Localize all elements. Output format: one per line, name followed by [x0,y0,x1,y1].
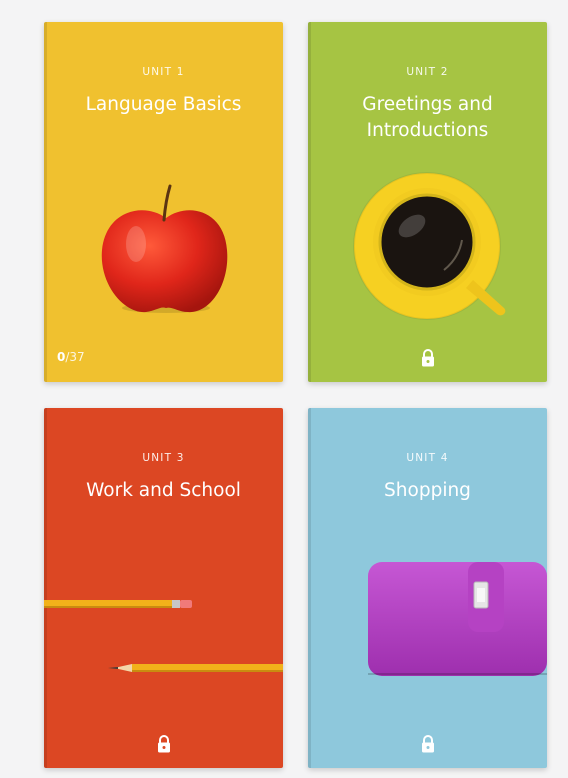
unit-card-4[interactable]: UNIT 4 Shopping [308,408,547,768]
unit-title: Language Basics [85,94,242,115]
unit-card-1[interactable]: UNIT 1 Language Basics 0/37 [44,22,283,382]
unit-label: UNIT 1 [142,66,185,78]
unit-title: Work and School [86,480,241,501]
progress-counter: 0/37 [57,350,85,364]
unit-label: UNIT 4 [406,452,449,464]
unit-title: Greetings and Introductions [362,94,493,141]
unit-title: Shopping [384,480,471,501]
progress-total: /37 [65,350,85,364]
unit-label: UNIT 3 [142,452,185,464]
unit-card-3[interactable]: UNIT 3 Work and School [44,408,283,768]
lock-icon [421,349,434,367]
unit-grid: UNIT 1 Language Basics 0/37 UNIT 2 Greet… [0,0,568,778]
unit-label: UNIT 2 [406,66,449,78]
unit-card-2[interactable]: UNIT 2 Greetings and Introductions [308,22,547,382]
lock-icon [157,735,170,753]
lock-icon [421,735,434,753]
